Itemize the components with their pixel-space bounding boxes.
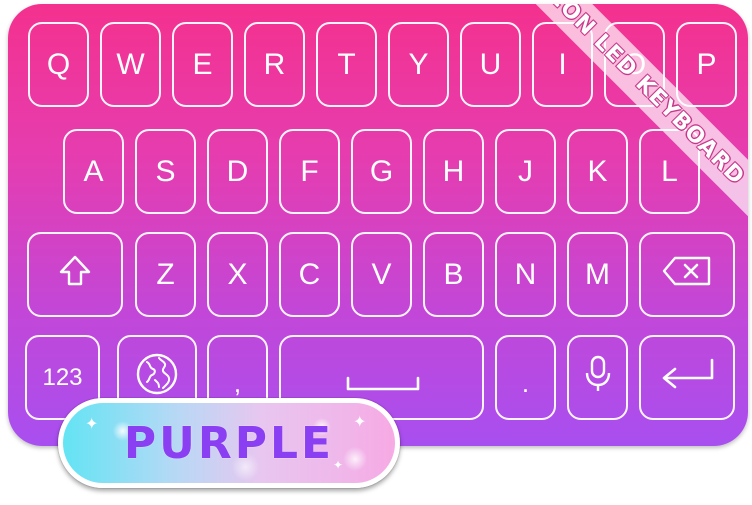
- voice-key[interactable]: [567, 335, 628, 420]
- key-u[interactable]: U: [460, 22, 521, 107]
- key-label: .: [521, 368, 530, 398]
- key-label: K: [587, 154, 608, 188]
- key-t[interactable]: T: [316, 22, 377, 107]
- key-a[interactable]: A: [63, 129, 124, 214]
- key-label: Z: [156, 257, 175, 291]
- backspace-key[interactable]: [639, 232, 735, 317]
- key-m[interactable]: M: [567, 232, 628, 317]
- space-bar-icon: [345, 366, 421, 400]
- enter-arrow-icon: [657, 357, 717, 399]
- globe-icon: [135, 352, 179, 404]
- sparkle-icon: ✦: [333, 458, 344, 472]
- backspace-icon: [661, 255, 713, 295]
- key-q[interactable]: Q: [28, 22, 89, 107]
- key-label: ,: [233, 368, 242, 398]
- key-label: Y: [408, 47, 429, 81]
- sparkle-icon: ✦: [353, 414, 367, 431]
- key-label: V: [371, 257, 392, 291]
- key-label: P: [696, 47, 717, 81]
- key-k[interactable]: K: [567, 129, 628, 214]
- key-b[interactable]: B: [423, 232, 484, 317]
- key-label: A: [83, 154, 104, 188]
- keyboard: Q W E R T Y U I O P A S D F G H J K L Z …: [8, 4, 748, 446]
- key-label: T: [337, 47, 356, 81]
- key-e[interactable]: E: [172, 22, 233, 107]
- key-r[interactable]: R: [244, 22, 305, 107]
- key-j[interactable]: J: [495, 129, 556, 214]
- key-label: B: [443, 257, 464, 291]
- key-label: E: [192, 47, 213, 81]
- key-label: X: [227, 257, 248, 291]
- key-label: 123: [42, 363, 83, 391]
- key-x[interactable]: X: [207, 232, 268, 317]
- key-z[interactable]: Z: [135, 232, 196, 317]
- key-label: M: [585, 257, 610, 291]
- enter-key[interactable]: [639, 335, 735, 420]
- key-f[interactable]: F: [279, 129, 340, 214]
- microphone-icon: [583, 354, 613, 402]
- period-key[interactable]: .: [495, 335, 556, 420]
- key-y[interactable]: Y: [388, 22, 449, 107]
- key-label: L: [661, 154, 678, 188]
- key-label: H: [442, 154, 465, 188]
- key-d[interactable]: D: [207, 129, 268, 214]
- key-label: U: [479, 47, 502, 81]
- key-label: C: [298, 257, 321, 291]
- key-label: N: [514, 257, 537, 291]
- sparkle-icon: ✦: [85, 416, 99, 433]
- key-c[interactable]: C: [279, 232, 340, 317]
- shift-arrow-icon: [58, 254, 92, 296]
- theme-name-text: PURPLE: [123, 417, 335, 469]
- key-label: W: [116, 47, 145, 81]
- key-label: R: [263, 47, 286, 81]
- key-label: I: [558, 47, 567, 81]
- key-p[interactable]: P: [676, 22, 737, 107]
- key-label: Q: [46, 47, 71, 81]
- key-h[interactable]: H: [423, 129, 484, 214]
- key-label: G: [369, 154, 394, 188]
- key-label: J: [518, 154, 533, 188]
- key-label: D: [226, 154, 249, 188]
- shift-key[interactable]: [27, 232, 123, 317]
- key-s[interactable]: S: [135, 129, 196, 214]
- key-w[interactable]: W: [100, 22, 161, 107]
- key-label: S: [155, 154, 176, 188]
- key-v[interactable]: V: [351, 232, 412, 317]
- theme-name-badge: ✦ ✦ ✦ PURPLE: [58, 398, 400, 488]
- key-g[interactable]: G: [351, 129, 412, 214]
- key-label: F: [300, 154, 319, 188]
- key-n[interactable]: N: [495, 232, 556, 317]
